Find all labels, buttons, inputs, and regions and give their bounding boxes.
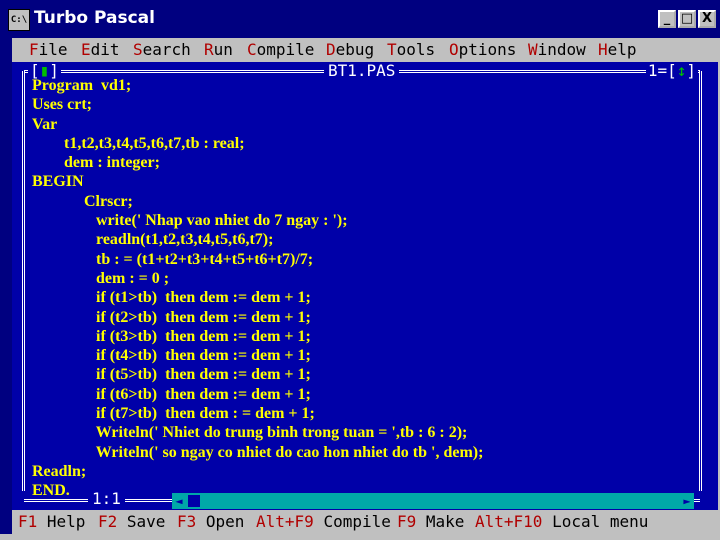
window-title: Turbo Pascal xyxy=(34,8,155,28)
status-compile[interactable]: Alt+F9 Compile xyxy=(256,510,391,534)
menu-compile[interactable]: Compile xyxy=(247,38,314,62)
code-line[interactable]: if (t6>tb) then dem := dem + 1; xyxy=(32,385,483,404)
menu-options[interactable]: Options xyxy=(449,38,516,62)
scroll-right-icon[interactable]: ► xyxy=(680,493,694,509)
code-line[interactable]: Var xyxy=(32,115,483,134)
code-line[interactable]: if (t3>tb) then dem := dem + 1; xyxy=(32,327,483,346)
code-line[interactable]: Writeln(' so ngay co nhiet do cao hon nh… xyxy=(32,443,484,462)
maximize-button[interactable]: □ xyxy=(678,10,696,28)
status-local-menu[interactable]: Alt+F10 Local menu xyxy=(475,510,648,534)
cursor-position: 1:1 xyxy=(88,490,125,508)
editor-frame-left xyxy=(22,71,25,491)
code-line[interactable]: if (t5>tb) then dem := dem + 1; xyxy=(32,365,483,384)
status-bar: F1 Help F2 Save F3 Open Alt+F9 Compile F… xyxy=(12,510,718,534)
editor-frame-right xyxy=(699,71,702,491)
code-line[interactable]: if (t2>tb) then dem := dem + 1; xyxy=(32,308,483,327)
menu-file[interactable]: File xyxy=(29,38,68,62)
code-line[interactable]: Clrscr; xyxy=(32,192,483,211)
code-line[interactable]: BEGIN xyxy=(32,172,483,191)
code-line[interactable]: tb : = (t1+t2+t3+t4+t5+t6+t7)/7; xyxy=(32,250,483,269)
status-save[interactable]: F2 Save xyxy=(98,510,165,534)
menu-window[interactable]: Window xyxy=(528,38,586,62)
code-line[interactable]: dem : integer; xyxy=(32,153,483,172)
close-button[interactable]: X xyxy=(698,10,716,28)
code-line[interactable]: if (t1>tb) then dem := dem + 1; xyxy=(32,288,483,307)
editor-window[interactable]: [▮] BT1.PAS 1=[↕] Program vd1; Uses crt; V… xyxy=(12,62,718,510)
status-help[interactable]: F1 Help xyxy=(18,510,85,534)
status-open[interactable]: F3 Open xyxy=(177,510,244,534)
minimize-button[interactable]: _ xyxy=(658,10,676,28)
code-line[interactable]: if (t7>tb) then dem : = dem + 1; xyxy=(32,404,483,423)
dos-icon[interactable]: C:\ xyxy=(8,9,30,31)
code-line[interactable]: if (t4>tb) then dem := dem + 1; xyxy=(32,346,483,365)
scroll-left-icon[interactable]: ◄ xyxy=(172,493,186,509)
zoom-arrow-icon[interactable]: ↕ xyxy=(677,62,687,80)
code-line[interactable]: Program vd1; xyxy=(32,76,483,95)
menu-search[interactable]: Search xyxy=(133,38,191,62)
menu-tools[interactable]: Tools xyxy=(387,38,435,62)
code-line[interactable]: t1,t2,t3,t4,t5,t6,t7,tb : real; xyxy=(32,134,483,153)
scroll-thumb[interactable] xyxy=(188,495,200,507)
menu-help[interactable]: Help xyxy=(598,38,637,62)
status-make[interactable]: F9 Make xyxy=(397,510,464,534)
title-bar[interactable]: C:\ Turbo Pascal _ □ X xyxy=(0,0,720,38)
turbo-pascal-window: C:\ Turbo Pascal _ □ X File Edit Search … xyxy=(0,0,720,540)
editor-window-number[interactable]: 1=[↕] xyxy=(645,62,698,80)
code-line[interactable]: Writeln(' Nhiet do trung binh trong tuan… xyxy=(32,423,483,442)
window-left-edge xyxy=(0,38,12,534)
menu-bar: File Edit Search Run Compile Debug Tools… xyxy=(12,38,718,62)
menu-debug[interactable]: Debug xyxy=(326,38,374,62)
menu-edit[interactable]: Edit xyxy=(81,38,120,62)
code-editor-text[interactable]: Program vd1; Uses crt; Var t1,t2,t3,t4,t5,… xyxy=(32,76,483,501)
code-line[interactable]: dem : = 0 ; xyxy=(32,269,483,288)
code-line[interactable]: readln(t1,t2,t3,t4,t5,t6,t7); xyxy=(32,230,483,249)
horizontal-scrollbar[interactable]: ◄ ► xyxy=(172,493,694,509)
code-line[interactable]: Readln; xyxy=(32,462,483,481)
code-line[interactable]: write(' Nhap vao nhiet do 7 ngay : '); xyxy=(32,211,483,230)
code-line[interactable]: Uses crt; xyxy=(32,95,483,114)
menu-run[interactable]: Run xyxy=(204,38,233,62)
